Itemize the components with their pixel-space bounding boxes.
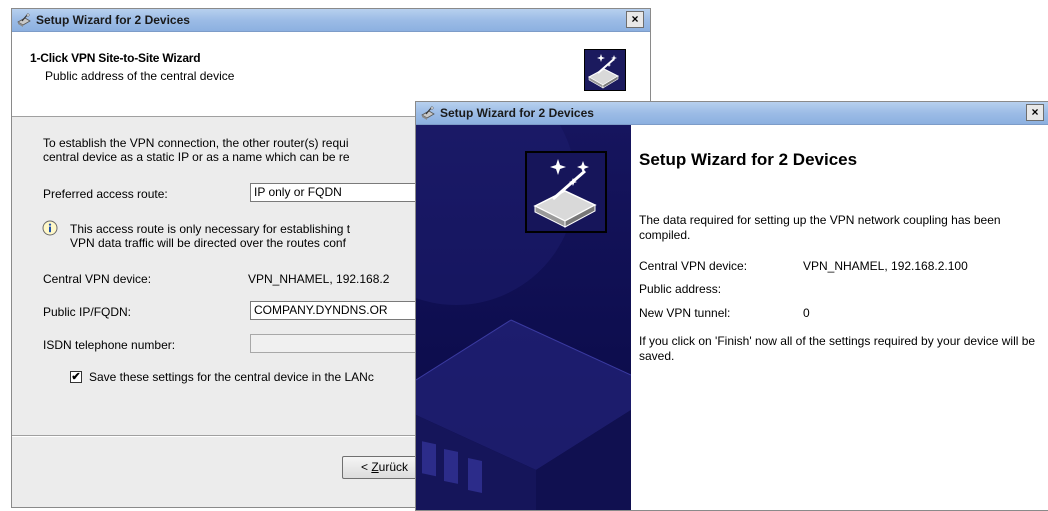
close-button[interactable]: × (626, 11, 644, 28)
intro-text-line1: To establish the VPN connection, the oth… (43, 136, 349, 150)
info-text-line2: VPN data traffic will be directed over t… (70, 236, 346, 250)
save-settings-label: Save these settings for the central devi… (89, 370, 374, 384)
public-ip-label: Public IP/FQDN: (43, 305, 132, 319)
new-tunnel-value: 0 (803, 306, 810, 320)
central-device-value: VPN_NHAMEL, 192.168.2.100 (803, 259, 968, 273)
central-device-label: Central VPN device: (43, 272, 152, 286)
new-tunnel-label: New VPN tunnel: (639, 306, 731, 320)
central-device-label: Central VPN device: (639, 259, 748, 273)
central-device-value: VPN_NHAMEL, 192.168.2 (248, 272, 390, 286)
public-address-label: Public address: (639, 282, 722, 296)
wizard-wand-icon (584, 49, 626, 91)
summary-intro: The data required for setting up the VPN… (639, 213, 1001, 242)
save-settings-checkbox[interactable]: ✔ (70, 371, 82, 383)
close-button[interactable]: × (1026, 104, 1044, 121)
info-icon (42, 220, 58, 236)
isdn-field[interactable] (250, 334, 420, 353)
close-icon: × (631, 12, 639, 26)
title-bar[interactable]: Setup Wizard for 2 Devices × (416, 102, 1048, 125)
window-title: Setup Wizard for 2 Devices (440, 106, 594, 120)
close-icon: × (1031, 105, 1039, 119)
wizard-summary: Setup Wizard for 2 Devices The data requ… (631, 125, 1048, 510)
wizard-side-panel (416, 125, 631, 510)
summary-heading: Setup Wizard for 2 Devices (639, 150, 858, 169)
wizard-wand-icon (525, 151, 607, 233)
finish-note: If you click on 'Finish' now all of the … (639, 334, 1036, 363)
wizard-step-subtitle: Public address of the central device (45, 69, 235, 83)
title-bar[interactable]: Setup Wizard for 2 Devices × (12, 9, 650, 32)
access-route-label: Preferred access route: (43, 187, 168, 201)
isdn-label: ISDN telephone number: (43, 338, 176, 352)
access-route-select[interactable]: IP only or FQDN (250, 183, 420, 202)
wizard-app-icon (421, 105, 435, 120)
wizard-app-icon (17, 12, 31, 27)
public-ip-field[interactable]: COMPANY.DYNDNS.OR (250, 301, 420, 320)
wizard-window-front: Setup Wizard for 2 Devices × Setup Wizar… (415, 101, 1048, 511)
window-title: Setup Wizard for 2 Devices (36, 13, 190, 27)
wizard-step-title: 1-Click VPN Site-to-Site Wizard (30, 51, 201, 65)
info-text-line1: This access route is only necessary for … (70, 222, 351, 236)
intro-text-line2: central device as a static IP or as a na… (43, 150, 350, 164)
